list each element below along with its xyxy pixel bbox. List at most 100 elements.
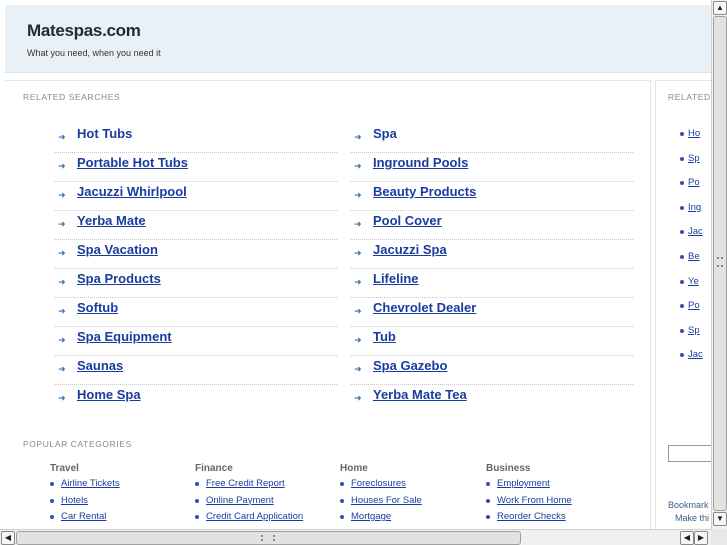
side-related-link[interactable]: Jac [688, 226, 703, 237]
vertical-scrollbar[interactable]: ▲ ▼ [711, 0, 727, 529]
arrow-icon: ➜ [354, 190, 362, 200]
related-links-left: ➜ Hot Tubs ➜ Portable Hot Tubs ➜ Jacuzzi Whir… [55, 124, 337, 414]
bullet-icon [680, 328, 684, 333]
related-link[interactable]: Beauty Products [373, 184, 476, 199]
side-related-link[interactable]: Po [688, 300, 700, 311]
main-content: RELATED SEARCHES ➜ Hot Tubs ➜ Portable Hot … [5, 80, 651, 529]
scroll-right-icon[interactable]: ▶ [694, 531, 708, 545]
related-link[interactable]: Chevrolet Dealer [373, 300, 476, 315]
related-link[interactable]: Spa Products [77, 271, 161, 286]
category-link[interactable]: Houses For Sale [351, 495, 422, 506]
bullet-icon [680, 205, 684, 210]
category-item: Houses For Sale [340, 495, 480, 512]
related-link[interactable]: Inground Pools [373, 155, 468, 170]
side-related-link[interactable]: Sp [688, 325, 700, 336]
category-link[interactable]: Car Rental [61, 511, 106, 522]
related-link-row: ➜ Spa Equipment [55, 327, 337, 356]
category-link[interactable]: Airline Tickets [61, 478, 120, 489]
related-link[interactable]: Hot Tubs [77, 126, 132, 141]
category-title: Business [486, 463, 531, 474]
related-link[interactable]: Spa Equipment [77, 329, 172, 344]
arrow-icon: ➜ [354, 248, 362, 258]
grip-icon [261, 535, 275, 541]
category-link[interactable]: Reorder Checks [497, 511, 566, 522]
related-link[interactable]: Portable Hot Tubs [77, 155, 188, 170]
side-related-link[interactable]: Jac [688, 349, 703, 360]
category-link[interactable]: Work From Home [497, 495, 572, 506]
related-link[interactable]: Yerba Mate Tea [373, 387, 467, 402]
related-link[interactable]: Jacuzzi Whirlpool [77, 184, 187, 199]
related-link-row: ➜ Hot Tubs [55, 124, 337, 153]
side-related-link[interactable]: Ye [688, 276, 699, 287]
category-item: Foreclosures [340, 478, 480, 495]
scroll-left-icon[interactable]: ◀ [680, 531, 694, 545]
related-link[interactable]: Yerba Mate [77, 213, 146, 228]
category-column: Home Foreclosures Houses For Sale Mortgage [340, 463, 480, 528]
related-link-row: ➜ Spa [351, 124, 633, 153]
arrow-icon: ➜ [58, 393, 66, 403]
side-related-item: Ho [680, 128, 700, 139]
bullet-icon [50, 482, 54, 486]
horizontal-scrollbar[interactable]: ◀ ◀ ▶ [0, 529, 711, 545]
side-related-link[interactable]: Sp [688, 153, 700, 164]
related-link[interactable]: Spa Gazebo [373, 358, 447, 373]
side-related-item: Sp [680, 325, 700, 336]
side-related-link[interactable]: Ing [688, 202, 701, 213]
arrow-icon: ➜ [354, 335, 362, 345]
bullet-icon [680, 181, 684, 186]
arrow-icon: ➜ [354, 277, 362, 287]
category-title: Travel [50, 463, 79, 474]
side-related-link[interactable]: Be [688, 251, 700, 262]
related-link[interactable]: Lifeline [373, 271, 419, 286]
side-related-item: Ye [680, 276, 699, 287]
arrow-icon: ➜ [58, 132, 66, 142]
related-link[interactable]: Spa [373, 126, 397, 141]
category-link[interactable]: Employment [497, 478, 550, 489]
category-link[interactable]: Free Credit Report [206, 478, 285, 489]
related-searches-label: RELATED SEARCHES [23, 92, 121, 102]
arrow-icon: ➜ [58, 161, 66, 171]
bullet-icon [195, 498, 199, 503]
side-search-input[interactable] [668, 445, 711, 462]
related-link-row: ➜ Spa Products [55, 269, 337, 298]
site-title: Matespas.com [27, 21, 141, 40]
category-title: Home [340, 463, 368, 474]
related-link[interactable]: Home Spa [77, 387, 141, 402]
related-link-row: ➜ Lifeline [351, 269, 633, 298]
related-links-right: ➜ Spa ➜ Inground Pools ➜ Beauty Products ➜ Pool… [351, 124, 633, 414]
category-link[interactable]: Online Payment [206, 495, 274, 506]
bullet-icon [486, 515, 490, 519]
category-link[interactable]: Foreclosures [351, 478, 406, 489]
side-related-item: Ing [680, 202, 701, 213]
side-related-link[interactable]: Ho [688, 128, 700, 139]
make-homepage-text[interactable]: Make thi [675, 513, 709, 523]
arrow-icon: ➜ [58, 190, 66, 200]
vertical-scroll-thumb[interactable] [713, 16, 727, 511]
category-link[interactable]: Credit Card Application [206, 511, 303, 522]
bookmark-text[interactable]: Bookmark [668, 500, 709, 510]
related-link[interactable]: Pool Cover [373, 213, 442, 228]
related-link[interactable]: Tub [373, 329, 396, 344]
scroll-down-icon[interactable]: ▼ [713, 512, 727, 526]
side-related-link[interactable]: Po [688, 177, 700, 188]
related-link-row: ➜ Pool Cover [351, 211, 633, 240]
category-link[interactable]: Mortgage [351, 511, 391, 522]
related-link[interactable]: Jacuzzi Spa [373, 242, 447, 257]
scroll-left-icon[interactable]: ◀ [1, 531, 15, 545]
category-column: Finance Free Credit Report Online Payment C… [195, 463, 335, 528]
category-item: Mortgage [340, 511, 480, 528]
related-link-row: ➜ Spa Gazebo [351, 356, 633, 385]
bullet-icon [50, 515, 54, 519]
related-link[interactable]: Saunas [77, 358, 123, 373]
bullet-icon [680, 255, 684, 259]
scroll-up-icon[interactable]: ▲ [713, 1, 727, 15]
related-link[interactable]: Softub [77, 300, 118, 315]
category-link[interactable]: Hotels [61, 495, 88, 506]
site-header: Matespas.com What you need, when you nee… [5, 5, 711, 73]
side-related-item: Po [680, 177, 700, 188]
bullet-icon [486, 482, 490, 486]
side-related-item: Sp [680, 153, 700, 164]
related-link[interactable]: Spa Vacation [77, 242, 158, 257]
category-title: Finance [195, 463, 233, 474]
horizontal-scroll-thumb[interactable] [16, 531, 521, 545]
